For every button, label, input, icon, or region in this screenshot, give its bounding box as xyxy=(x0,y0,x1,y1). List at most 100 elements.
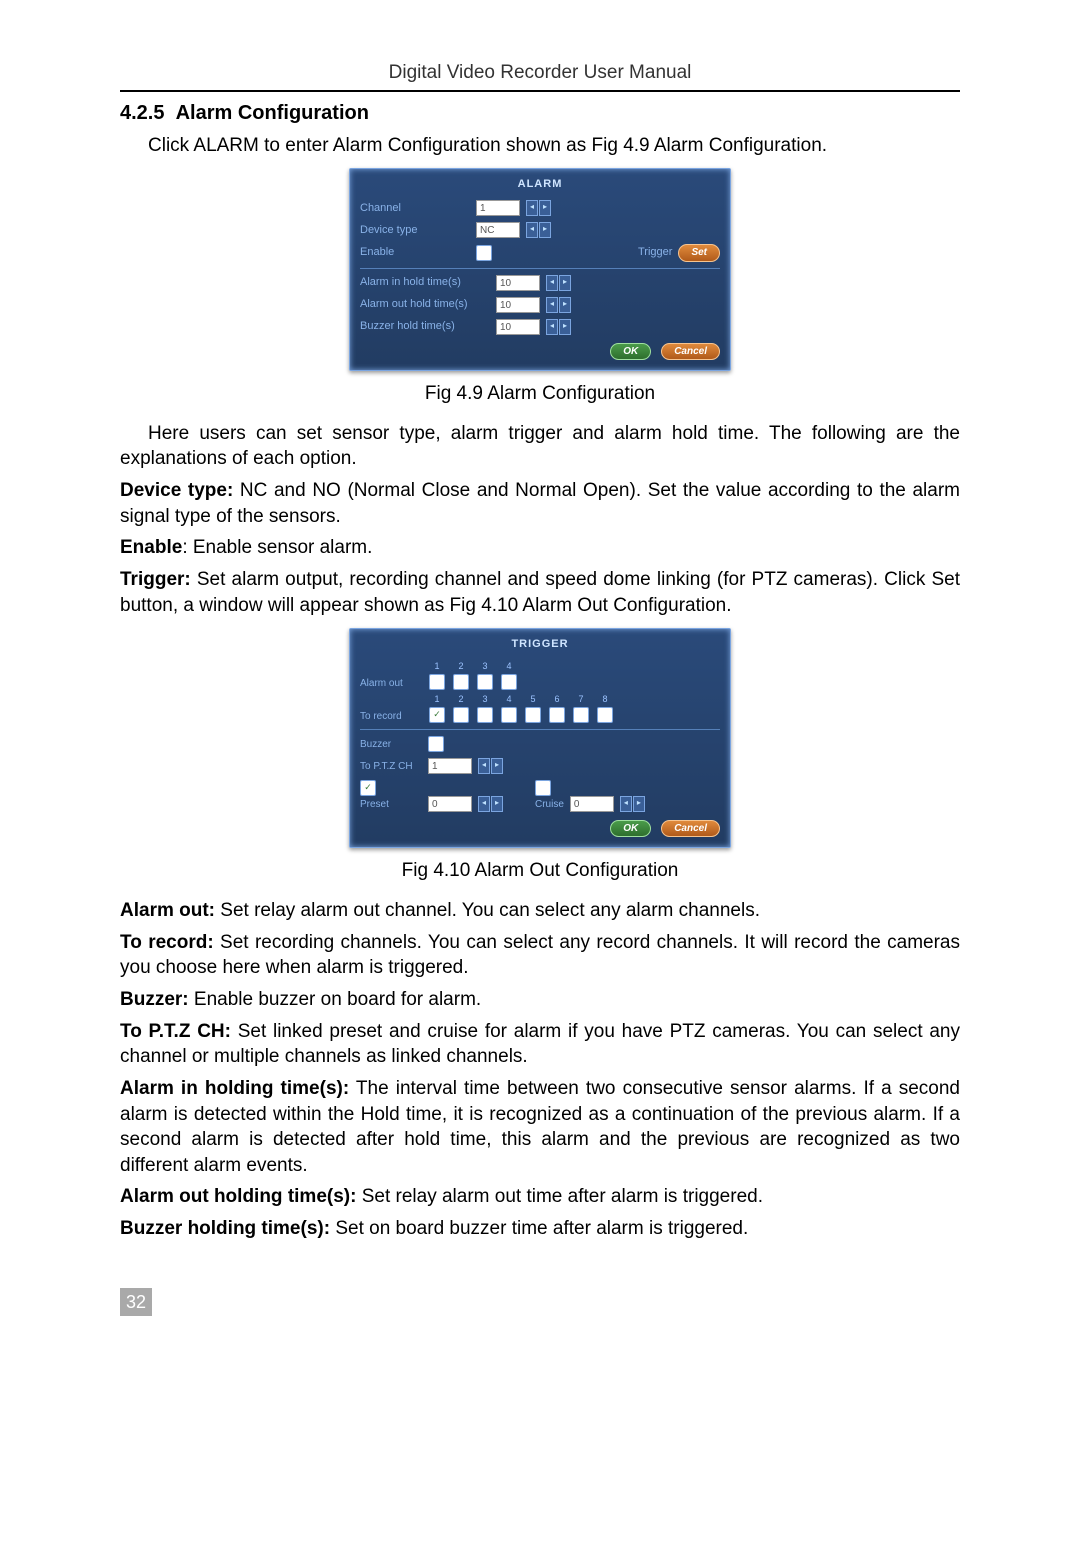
chevron-left-icon[interactable]: ◂ xyxy=(478,796,490,812)
to-record-checkbox[interactable] xyxy=(453,707,469,723)
preset-input[interactable]: 0 xyxy=(428,796,472,812)
alarm-out-checkbox[interactable] xyxy=(453,674,469,690)
cruise-enable-checkbox[interactable] xyxy=(535,780,551,796)
col-num: 1 xyxy=(434,660,439,672)
device-type-spinner[interactable]: ◂ ▸ xyxy=(526,222,551,238)
term: To record: xyxy=(120,932,214,953)
chevron-right-icon[interactable]: ▸ xyxy=(491,796,503,812)
text: Enable buzzer on board for alarm. xyxy=(189,989,482,1010)
alarm-out-hold-label: Alarm out hold time(s) xyxy=(360,297,490,312)
alarm-in-spinner[interactable]: ◂ ▸ xyxy=(546,275,571,291)
ok-button[interactable]: OK xyxy=(610,343,651,361)
text: : Enable sensor alarm. xyxy=(182,537,372,558)
text: Set relay alarm out time after alarm is … xyxy=(356,1186,763,1207)
alarm-out-checkbox[interactable] xyxy=(429,674,445,690)
buzzer-hold-input[interactable]: 10 xyxy=(496,319,540,335)
buzzer-checkbox[interactable] xyxy=(428,736,444,752)
channel-label: Channel xyxy=(360,201,470,216)
paragraph: Device type: NC and NO (Normal Close and… xyxy=(120,478,960,529)
chevron-right-icon[interactable]: ▸ xyxy=(559,319,571,335)
chevron-left-icon[interactable]: ◂ xyxy=(478,758,490,774)
to-record-checkbox[interactable]: ✓ xyxy=(429,707,445,723)
paragraph: Trigger: Set alarm output, recording cha… xyxy=(120,567,960,618)
paragraph: Alarm out holding time(s): Set relay ala… xyxy=(120,1184,960,1210)
alarm-in-hold-label: Alarm in hold time(s) xyxy=(360,275,490,290)
chevron-left-icon[interactable]: ◂ xyxy=(546,275,558,291)
page-number: 32 xyxy=(120,1288,152,1316)
divider xyxy=(360,268,720,269)
chevron-left-icon[interactable]: ◂ xyxy=(526,200,538,216)
col-num: 8 xyxy=(602,693,607,705)
alarm-out-checkbox[interactable] xyxy=(501,674,517,690)
cancel-button[interactable]: Cancel xyxy=(661,820,720,838)
section-title-text: Alarm Configuration xyxy=(176,102,369,124)
figure-caption: Fig 4.9 Alarm Configuration xyxy=(120,381,960,407)
alarm-dialog-title: ALARM xyxy=(360,177,720,192)
text: Set linked preset and cruise for alarm i… xyxy=(120,1021,960,1068)
chevron-left-icon[interactable]: ◂ xyxy=(526,222,538,238)
ok-button[interactable]: OK xyxy=(610,820,651,838)
cruise-spinner[interactable]: ◂ ▸ xyxy=(620,796,645,812)
divider xyxy=(360,729,720,730)
term: Buzzer holding time(s): xyxy=(120,1218,330,1239)
alarm-out-label: Alarm out xyxy=(360,677,422,691)
col-num: 3 xyxy=(482,693,487,705)
alarm-out-spinner[interactable]: ◂ ▸ xyxy=(546,297,571,313)
to-record-checkbox[interactable] xyxy=(549,707,565,723)
ptz-ch-input[interactable]: 1 xyxy=(428,758,472,774)
buzzer-spinner[interactable]: ◂ ▸ xyxy=(546,319,571,335)
col-num: 4 xyxy=(506,693,511,705)
alarm-out-checkbox[interactable] xyxy=(477,674,493,690)
term: Enable xyxy=(120,537,182,558)
intro-paragraph: Click ALARM to enter Alarm Configuration… xyxy=(120,133,960,159)
chevron-right-icon[interactable]: ▸ xyxy=(559,275,571,291)
to-record-checkbox[interactable] xyxy=(597,707,613,723)
chevron-right-icon[interactable]: ▸ xyxy=(559,297,571,313)
alarm-out-hold-input[interactable]: 10 xyxy=(496,297,540,313)
set-button[interactable]: Set xyxy=(678,244,720,262)
text: Set relay alarm out channel. You can sel… xyxy=(215,900,760,921)
to-record-checkbox[interactable] xyxy=(525,707,541,723)
paragraph: Alarm out: Set relay alarm out channel. … xyxy=(120,898,960,924)
preset-spinner[interactable]: ◂ ▸ xyxy=(478,796,503,812)
ptz-spinner[interactable]: ◂ ▸ xyxy=(478,758,503,774)
device-type-input[interactable]: NC xyxy=(476,222,520,238)
cruise-input[interactable]: 0 xyxy=(570,796,614,812)
chevron-left-icon[interactable]: ◂ xyxy=(620,796,632,812)
col-num: 3 xyxy=(482,660,487,672)
chevron-left-icon[interactable]: ◂ xyxy=(546,319,558,335)
channel-spinner[interactable]: ◂ ▸ xyxy=(526,200,551,216)
term: Device type: xyxy=(120,480,233,501)
term: Alarm in holding time(s): xyxy=(120,1078,349,1099)
channel-input[interactable]: 1 xyxy=(476,200,520,216)
chevron-left-icon[interactable]: ◂ xyxy=(546,297,558,313)
col-num: 1 xyxy=(434,693,439,705)
text: Set alarm output, recording channel and … xyxy=(120,569,960,616)
col-num: 2 xyxy=(458,693,463,705)
col-num: 4 xyxy=(506,660,511,672)
paragraph: Buzzer: Enable buzzer on board for alarm… xyxy=(120,987,960,1013)
header-rule xyxy=(120,90,960,92)
alarm-in-hold-input[interactable]: 10 xyxy=(496,275,540,291)
enable-checkbox[interactable] xyxy=(476,245,492,261)
alarm-dialog: ALARM Channel 1 ◂ ▸ Device type NC ◂ ▸ E… xyxy=(349,168,731,371)
term: Alarm out holding time(s): xyxy=(120,1186,356,1207)
paragraph: Enable: Enable sensor alarm. xyxy=(120,535,960,561)
paragraph: To record: Set recording channels. You c… xyxy=(120,930,960,981)
section-heading: 4.2.5 Alarm Configuration xyxy=(120,100,960,127)
chevron-right-icon[interactable]: ▸ xyxy=(633,796,645,812)
chevron-right-icon[interactable]: ▸ xyxy=(491,758,503,774)
text: Set on board buzzer time after alarm is … xyxy=(330,1218,748,1239)
preset-enable-checkbox[interactable]: ✓ xyxy=(360,780,376,796)
to-record-checkbox[interactable] xyxy=(501,707,517,723)
cancel-button[interactable]: Cancel xyxy=(661,343,720,361)
buzzer-hold-label: Buzzer hold time(s) xyxy=(360,319,490,334)
figure-caption: Fig 4.10 Alarm Out Configuration xyxy=(120,858,960,884)
chevron-right-icon[interactable]: ▸ xyxy=(539,222,551,238)
chevron-right-icon[interactable]: ▸ xyxy=(539,200,551,216)
to-record-checkbox[interactable] xyxy=(573,707,589,723)
term: Alarm out: xyxy=(120,900,215,921)
col-num: 5 xyxy=(530,693,535,705)
paragraph: Alarm in holding time(s): The interval t… xyxy=(120,1076,960,1179)
to-record-checkbox[interactable] xyxy=(477,707,493,723)
